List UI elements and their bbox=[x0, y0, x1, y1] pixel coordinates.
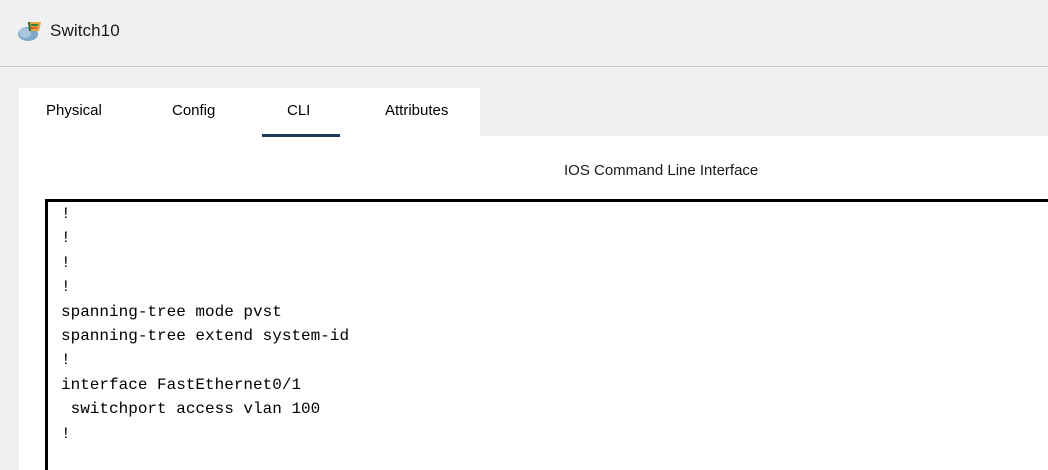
cli-line: ! bbox=[61, 424, 71, 443]
device-window: Switch10 Physical Config CLI Attributes … bbox=[0, 0, 1048, 470]
cli-terminal[interactable]: ! ! ! ! spanning-tree mode pvst spanning… bbox=[45, 199, 1048, 470]
window-title: Switch10 bbox=[50, 21, 120, 40]
packet-tracer-switch-icon bbox=[18, 21, 41, 41]
cli-line: ! bbox=[61, 351, 71, 370]
cli-line: switchport access vlan 100 bbox=[61, 400, 321, 419]
tab-config[interactable]: Config bbox=[172, 102, 215, 119]
tab-attributes[interactable]: Attributes bbox=[385, 102, 448, 119]
tab-physical[interactable]: Physical bbox=[46, 102, 102, 119]
tab-cli[interactable]: CLI bbox=[287, 102, 310, 119]
cli-output: ! ! ! ! spanning-tree mode pvst spanning… bbox=[61, 202, 349, 446]
cli-line: spanning-tree extend system-id bbox=[61, 326, 350, 345]
device-content: Physical Config CLI Attributes IOS Comma… bbox=[0, 67, 1048, 470]
cli-line: ! bbox=[61, 278, 71, 297]
cli-line: ! bbox=[61, 253, 71, 272]
tab-strip: Physical Config CLI Attributes bbox=[19, 88, 480, 136]
cli-line: spanning-tree mode pvst bbox=[61, 302, 282, 321]
active-tab-indicator bbox=[262, 134, 340, 137]
cli-line: interface FastEthernet0/1 bbox=[61, 375, 302, 394]
title-bar: Switch10 bbox=[0, 0, 1048, 67]
cli-panel: IOS Command Line Interface ! ! ! ! spann… bbox=[19, 136, 1048, 470]
cli-line: ! bbox=[61, 229, 71, 248]
cli-line: ! bbox=[61, 205, 71, 223]
panel-heading: IOS Command Line Interface bbox=[564, 162, 759, 179]
